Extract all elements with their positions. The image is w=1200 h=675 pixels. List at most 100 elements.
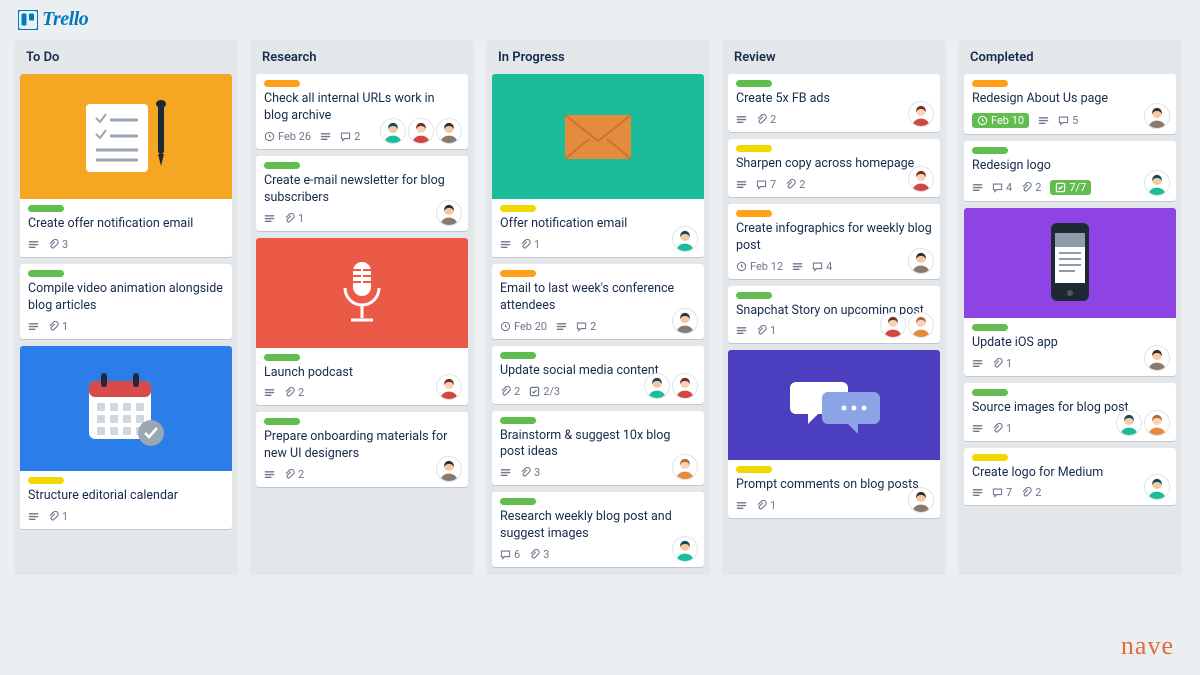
card-labels [972,147,1168,154]
attachments-badge: 1 [992,357,1012,370]
avatar[interactable] [380,118,406,144]
label-orange[interactable] [972,80,1008,87]
list[interactable]: Completed Redesign About Us pageFeb 105 R… [958,40,1182,575]
avatar[interactable] [908,166,934,192]
card[interactable]: Sharpen copy across homepage72 [728,139,940,197]
label-yellow[interactable] [28,477,64,484]
avatar[interactable] [1144,474,1170,500]
attachments-badge: 2 [284,468,304,481]
app-logo[interactable]: Trello [18,8,88,31]
card[interactable]: Create 5x FB ads2 [728,74,940,132]
avatar[interactable] [436,374,462,400]
card[interactable]: Email to last week's conference attendee… [492,264,704,339]
label-yellow[interactable] [736,466,772,473]
card[interactable]: Brainstorm & suggest 10x blog post ideas… [492,411,704,486]
card[interactable]: Create infographics for weekly blog post… [728,204,940,279]
label-green[interactable] [500,498,536,505]
avatar[interactable] [908,101,934,127]
list-title: In Progress [492,48,704,67]
list[interactable]: ResearchCheck all internal URLs work in … [250,40,474,575]
avatar[interactable] [908,248,934,274]
list[interactable]: ReviewCreate 5x FB ads2 Sharpen copy acr… [722,40,946,575]
card-labels [736,80,932,87]
avatar[interactable] [436,118,462,144]
label-green[interactable] [500,417,536,424]
list[interactable]: In Progress Offer notification email1 Em… [486,40,710,575]
label-yellow[interactable] [972,454,1008,461]
avatar[interactable] [672,226,698,252]
label-green[interactable] [264,162,300,169]
attachments-badge: 1 [48,510,68,523]
label-green[interactable] [28,205,64,212]
label-green[interactable] [264,354,300,361]
label-green[interactable] [972,324,1008,331]
app-name: Trello [42,8,88,31]
card[interactable]: Check all internal URLs work in blog arc… [256,74,468,149]
card-members [908,101,934,127]
card[interactable]: Snapchat Story on upcoming post1 [728,286,940,344]
avatar[interactable] [1144,345,1170,371]
avatar[interactable] [644,373,670,399]
label-green[interactable] [736,80,772,87]
avatar[interactable] [672,536,698,562]
comments-badge: 5 [1058,114,1078,127]
attachments-badge: 1 [992,422,1012,435]
label-orange[interactable] [264,80,300,87]
avatar[interactable] [436,200,462,226]
card[interactable]: Offer notification email1 [492,74,704,257]
card-badges: 2 [736,113,932,126]
description-badge [736,114,747,125]
brand-watermark: nave [1121,631,1174,661]
card[interactable]: Redesign About Us pageFeb 105 [964,74,1176,134]
avatar[interactable] [1144,170,1170,196]
card[interactable]: Create offer notification email3 [20,74,232,257]
avatar[interactable] [1144,410,1170,436]
list[interactable]: To Do Create offer notification email3Co… [14,40,238,575]
list-title: Completed [964,48,1176,67]
card-title: Compile video animation alongside blog a… [28,281,224,315]
label-yellow[interactable] [500,205,536,212]
avatar[interactable] [908,487,934,513]
card[interactable]: Source images for blog post1 [964,383,1176,441]
card[interactable]: Update social media content22/3 [492,346,704,404]
label-yellow[interactable] [736,145,772,152]
label-orange[interactable] [736,210,772,217]
card-title: Prepare onboarding materials for new UI … [264,429,460,463]
avatar[interactable] [1116,410,1142,436]
attachments-badge: 2 [785,178,805,191]
card[interactable]: Prompt comments on blog posts1 [728,350,940,518]
label-green[interactable] [500,352,536,359]
label-green[interactable] [972,147,1008,154]
card[interactable]: Launch podcast2 [256,238,468,406]
card-badges: 1 [28,510,224,523]
card[interactable]: Redesign logo427/7 [964,141,1176,201]
card-members [672,454,698,480]
avatar[interactable] [408,118,434,144]
label-green[interactable] [264,418,300,425]
label-green[interactable] [28,270,64,277]
avatar[interactable] [672,308,698,334]
description-badge [500,239,511,250]
card[interactable]: Research weekly blog post and suggest im… [492,492,704,567]
avatar[interactable] [436,456,462,482]
description-badge [28,321,39,332]
label-green[interactable] [736,292,772,299]
label-orange[interactable] [500,270,536,277]
card-members [436,456,462,482]
description-badge [736,325,747,336]
avatar[interactable] [1144,103,1170,129]
avatar[interactable] [880,312,906,338]
avatar[interactable] [672,373,698,399]
card[interactable]: Prepare onboarding materials for new UI … [256,412,468,487]
card-members [908,248,934,274]
card[interactable]: Update iOS app1 [964,208,1176,376]
avatar[interactable] [672,454,698,480]
card[interactable]: Compile video animation alongside blog a… [20,264,232,339]
card[interactable]: Create logo for Medium72 [964,448,1176,506]
label-green[interactable] [972,389,1008,396]
comments-badge: 7 [756,178,776,191]
card[interactable]: Create e-mail newsletter for blog subscr… [256,156,468,231]
avatar[interactable] [908,312,934,338]
due-badge: Feb 26 [264,130,311,143]
card[interactable]: Structure editorial calendar1 [20,346,232,529]
